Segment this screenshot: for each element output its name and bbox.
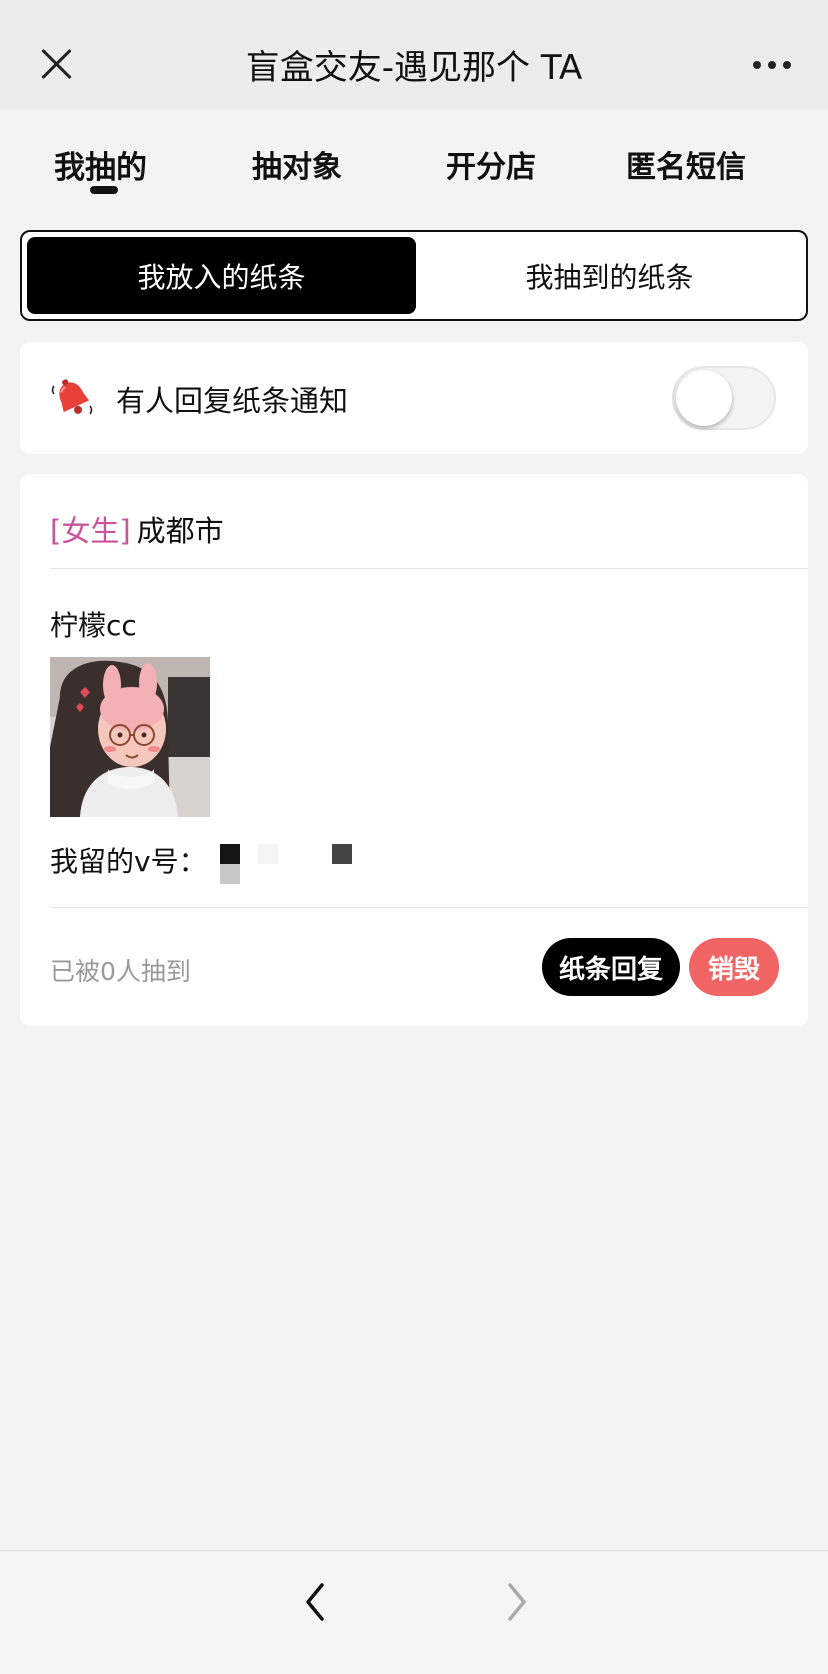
tab-anonymous-sms[interactable]: 匿名短信 xyxy=(626,142,746,186)
mosaic-block xyxy=(220,844,240,864)
segment-drawn-notes[interactable]: 我抽到的纸条 xyxy=(415,237,804,314)
wechat-id-label: 我留的v号： xyxy=(50,845,207,878)
notification-toggle[interactable] xyxy=(672,366,776,430)
drawn-count: 已被0人抽到 xyxy=(50,957,191,986)
tab-my-draws[interactable]: 我抽的 xyxy=(54,142,147,187)
divider xyxy=(50,568,808,569)
city-label: 成都市 xyxy=(136,514,224,548)
title-bar: 盲盒交友-遇见那个 TA xyxy=(0,0,828,110)
tab-draw-partner[interactable]: 抽对象 xyxy=(252,142,342,186)
destroy-button[interactable]: 销毁 xyxy=(689,938,779,996)
tab-bar: 我抽的 抽对象 开分店 匿名短信 xyxy=(0,110,828,205)
tab-open-branch[interactable]: 开分店 xyxy=(446,142,536,186)
page-title: 盲盒交友-遇见那个 TA xyxy=(245,48,583,88)
more-dot xyxy=(768,61,776,69)
toggle-knob xyxy=(676,370,732,426)
wechat-id-mosaic xyxy=(220,844,380,894)
mosaic-block xyxy=(332,844,352,864)
reply-notification-card: 有人回复纸条通知 xyxy=(20,342,808,454)
more-icon[interactable] xyxy=(752,58,792,70)
chevron-left-icon[interactable] xyxy=(296,1577,336,1627)
app-root: 盲盒交友-遇见那个 TA 我抽的 抽对象 开分店 匿名短信 我放入的纸条 我抽到… xyxy=(0,0,828,1674)
bottom-navigation xyxy=(0,1550,828,1674)
nickname: 柠檬cc xyxy=(50,609,137,642)
note-photo[interactable] xyxy=(50,657,210,817)
mosaic-block xyxy=(258,844,278,864)
active-tab-indicator xyxy=(90,186,118,194)
gender-tag: [女生] xyxy=(50,514,131,548)
segment-control: 我放入的纸条 我抽到的纸条 xyxy=(20,230,808,321)
bell-icon xyxy=(51,379,93,415)
more-dot xyxy=(753,61,761,69)
photo-image xyxy=(50,657,210,817)
notification-label: 有人回复纸条通知 xyxy=(116,384,349,418)
note-header: [女生] 成都市 xyxy=(50,508,224,550)
reply-note-button[interactable]: 纸条回复 xyxy=(542,938,680,996)
divider xyxy=(50,907,808,908)
segment-my-notes[interactable]: 我放入的纸条 xyxy=(27,237,416,314)
chevron-right-icon[interactable] xyxy=(496,1577,536,1627)
note-card: [女生] 成都市 柠檬cc 我留的v号： 已被0人抽到 纸条回复 销毁 xyxy=(20,474,808,1026)
more-dot xyxy=(783,61,791,69)
mosaic-block xyxy=(220,864,240,884)
